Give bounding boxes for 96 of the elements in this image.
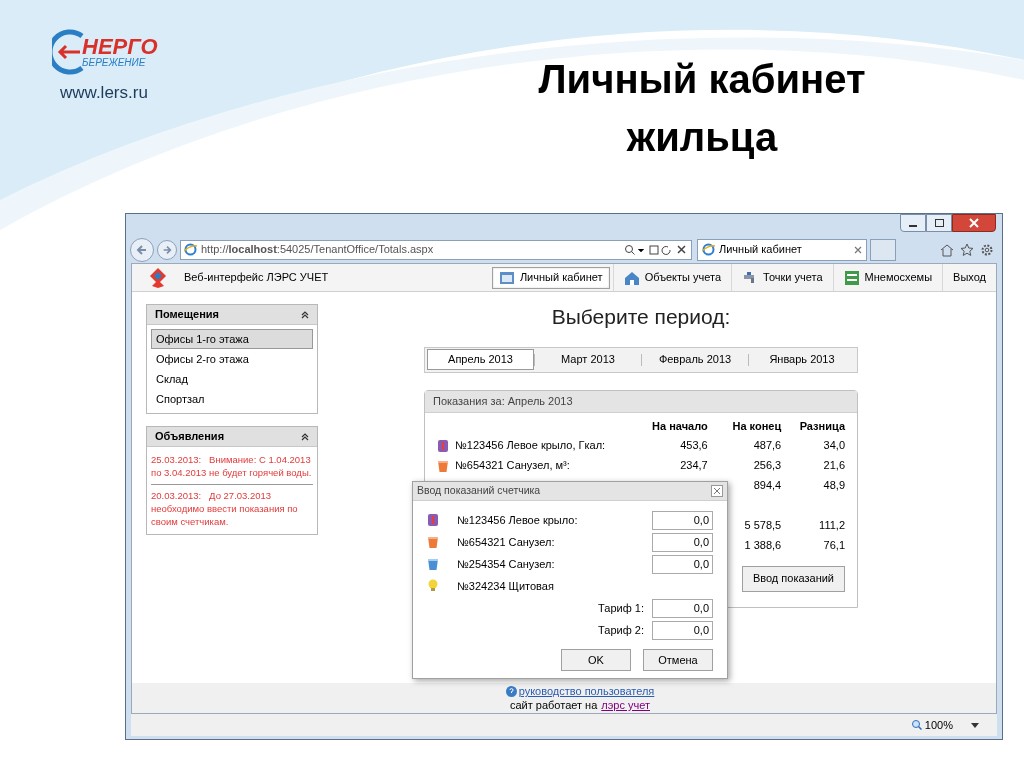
browser-tab[interactable]: Личный кабинет xyxy=(697,238,867,261)
thermometer-icon xyxy=(437,438,449,453)
announcement-text: 25.03.2013: Внимание: С 1.04.2013 по 3.04.2013 не будет горячей воды. xyxy=(151,453,313,480)
close-icon[interactable] xyxy=(854,245,862,254)
lers-link[interactable]: лэрс учет xyxy=(601,698,651,712)
table-cell: 5 578,5 xyxy=(744,519,782,532)
room-item[interactable]: Офисы 2-го этажа xyxy=(151,349,313,369)
table-cell: 256,3 xyxy=(753,459,782,472)
address-bar[interactable]: http://localhost:54025/TenantOffice/Totals.aspx xyxy=(180,239,692,260)
period-tab[interactable]: Март 2013 xyxy=(535,349,641,370)
logo-text: НЕРГО xyxy=(82,36,158,58)
nav-tab[interactable]: Выход xyxy=(946,266,993,289)
collapse-icon[interactable] xyxy=(301,310,309,319)
table-cell: 21,6 xyxy=(823,459,845,472)
close-icon xyxy=(714,488,720,494)
cup-icon xyxy=(437,458,449,473)
app-logo-icon xyxy=(148,266,168,289)
window-icon xyxy=(498,269,515,286)
table-cell: 48,9 xyxy=(823,479,845,492)
meter-name: №654321 Санузел, м³: xyxy=(455,458,570,474)
settings-icon[interactable] xyxy=(980,242,994,257)
nav-tab[interactable]: Объекты учета xyxy=(616,266,729,289)
reading-input[interactable]: 0,0 xyxy=(652,620,713,640)
slide-title: жильца xyxy=(626,114,778,161)
maximize-button[interactable] xyxy=(926,214,952,232)
slide-title: Личный кабинет xyxy=(538,56,866,103)
diagram-icon xyxy=(843,269,860,286)
table-cell: 453,6 xyxy=(680,439,708,452)
forward-button[interactable] xyxy=(157,239,177,260)
column-header: На начало xyxy=(651,419,708,435)
room-item[interactable]: Офисы 1-го этажа xyxy=(151,329,313,349)
cancel-button[interactable]: Отмена xyxy=(643,649,713,671)
cup-icon xyxy=(427,557,439,571)
page-icon xyxy=(184,243,197,256)
reading-input[interactable]: 0,0 xyxy=(652,598,713,618)
cup-icon xyxy=(427,535,439,549)
dropdown-caret-icon[interactable] xyxy=(971,722,979,728)
panel-title: Помещения xyxy=(155,307,219,323)
thermometer-icon xyxy=(427,513,439,527)
zoom-button[interactable]: 100% xyxy=(910,716,953,734)
room-item[interactable]: Склад xyxy=(151,369,313,389)
announcement-text: 20.03.2013: До 27.03.2013 необходимо ввести показания по своим счетчикам. xyxy=(151,484,313,530)
panel-title: Показания за: Апрель 2013 xyxy=(433,393,573,409)
powered-by-text: сайт работает на xyxy=(509,698,598,712)
reading-input[interactable]: 0,0 xyxy=(652,510,713,530)
tariff-label: Тариф 2: xyxy=(598,622,644,638)
address-text: http://localhost:54025/TenantOffice/Totals.aspx xyxy=(201,242,435,258)
period-tab[interactable]: Февраль 2013 xyxy=(642,349,748,370)
tariff-label: Тариф 1: xyxy=(598,600,644,616)
meter-name: №123456 Левое крыло, Гкал: xyxy=(455,438,606,454)
dialog-close-button[interactable] xyxy=(711,485,723,497)
close-icon xyxy=(969,218,979,228)
meter-label: №123456 Левое крыло: xyxy=(457,512,579,528)
meter-label: №654321 Санузел: xyxy=(457,534,556,550)
table-cell: 894,4 xyxy=(753,479,782,492)
room-item[interactable]: Спортзал xyxy=(151,389,313,409)
meter-label: №324234 Щитовая xyxy=(457,578,555,594)
help-icon xyxy=(505,685,517,697)
house-icon xyxy=(623,269,640,286)
table-cell: 234,7 xyxy=(680,459,708,472)
back-button[interactable] xyxy=(130,237,154,262)
table-cell: 34,0 xyxy=(823,439,845,452)
enter-readings-button[interactable]: Ввод показаний xyxy=(741,565,845,592)
ok-button[interactable]: OK xyxy=(561,649,631,671)
column-header: На конец xyxy=(731,419,782,435)
nav-tab[interactable]: Точки учета xyxy=(735,266,830,289)
page-heading: Выберите период: xyxy=(550,304,732,330)
nav-tab[interactable]: Мнемосхемы xyxy=(836,266,940,289)
star-icon[interactable] xyxy=(960,242,974,257)
page-icon xyxy=(702,243,715,256)
reading-input[interactable]: 0,0 xyxy=(652,532,713,552)
magnifier-icon xyxy=(910,719,923,731)
table-cell: 487,6 xyxy=(753,439,782,452)
app-title: Веб-интерфейс ЛЭРС УЧЕТ xyxy=(184,270,329,286)
table-cell: 76,1 xyxy=(823,539,845,552)
back-arrow-icon xyxy=(136,243,148,256)
user-guide-link[interactable]: руководство пользователя xyxy=(518,684,655,698)
column-header: Разница xyxy=(798,419,845,435)
panel-title: Объявления xyxy=(155,429,225,445)
website-url: www.lers.ru xyxy=(60,82,148,104)
reading-input[interactable]: 0,0 xyxy=(652,554,713,574)
period-tab[interactable]: Январь 2013 xyxy=(749,349,855,370)
address-controls-icon[interactable] xyxy=(624,243,688,256)
forward-arrow-icon xyxy=(162,244,172,255)
table-cell: 1 388,6 xyxy=(744,539,782,552)
collapse-icon[interactable] xyxy=(301,432,309,441)
close-button[interactable] xyxy=(952,214,996,232)
minimize-button[interactable] xyxy=(900,214,926,232)
meter-label: №254354 Санузел: xyxy=(457,556,556,572)
period-tab[interactable]: Апрель 2013 xyxy=(427,349,534,370)
light-bulb-icon xyxy=(427,579,439,593)
table-cell: 111,2 xyxy=(819,519,845,532)
logo-subtext: БЕРЕЖЕНИЕ xyxy=(82,58,147,68)
dialog-title: Ввод показаний счетчика xyxy=(417,483,541,499)
home-icon[interactable] xyxy=(940,242,954,257)
nav-tab[interactable]: Личный кабинет xyxy=(491,266,610,289)
